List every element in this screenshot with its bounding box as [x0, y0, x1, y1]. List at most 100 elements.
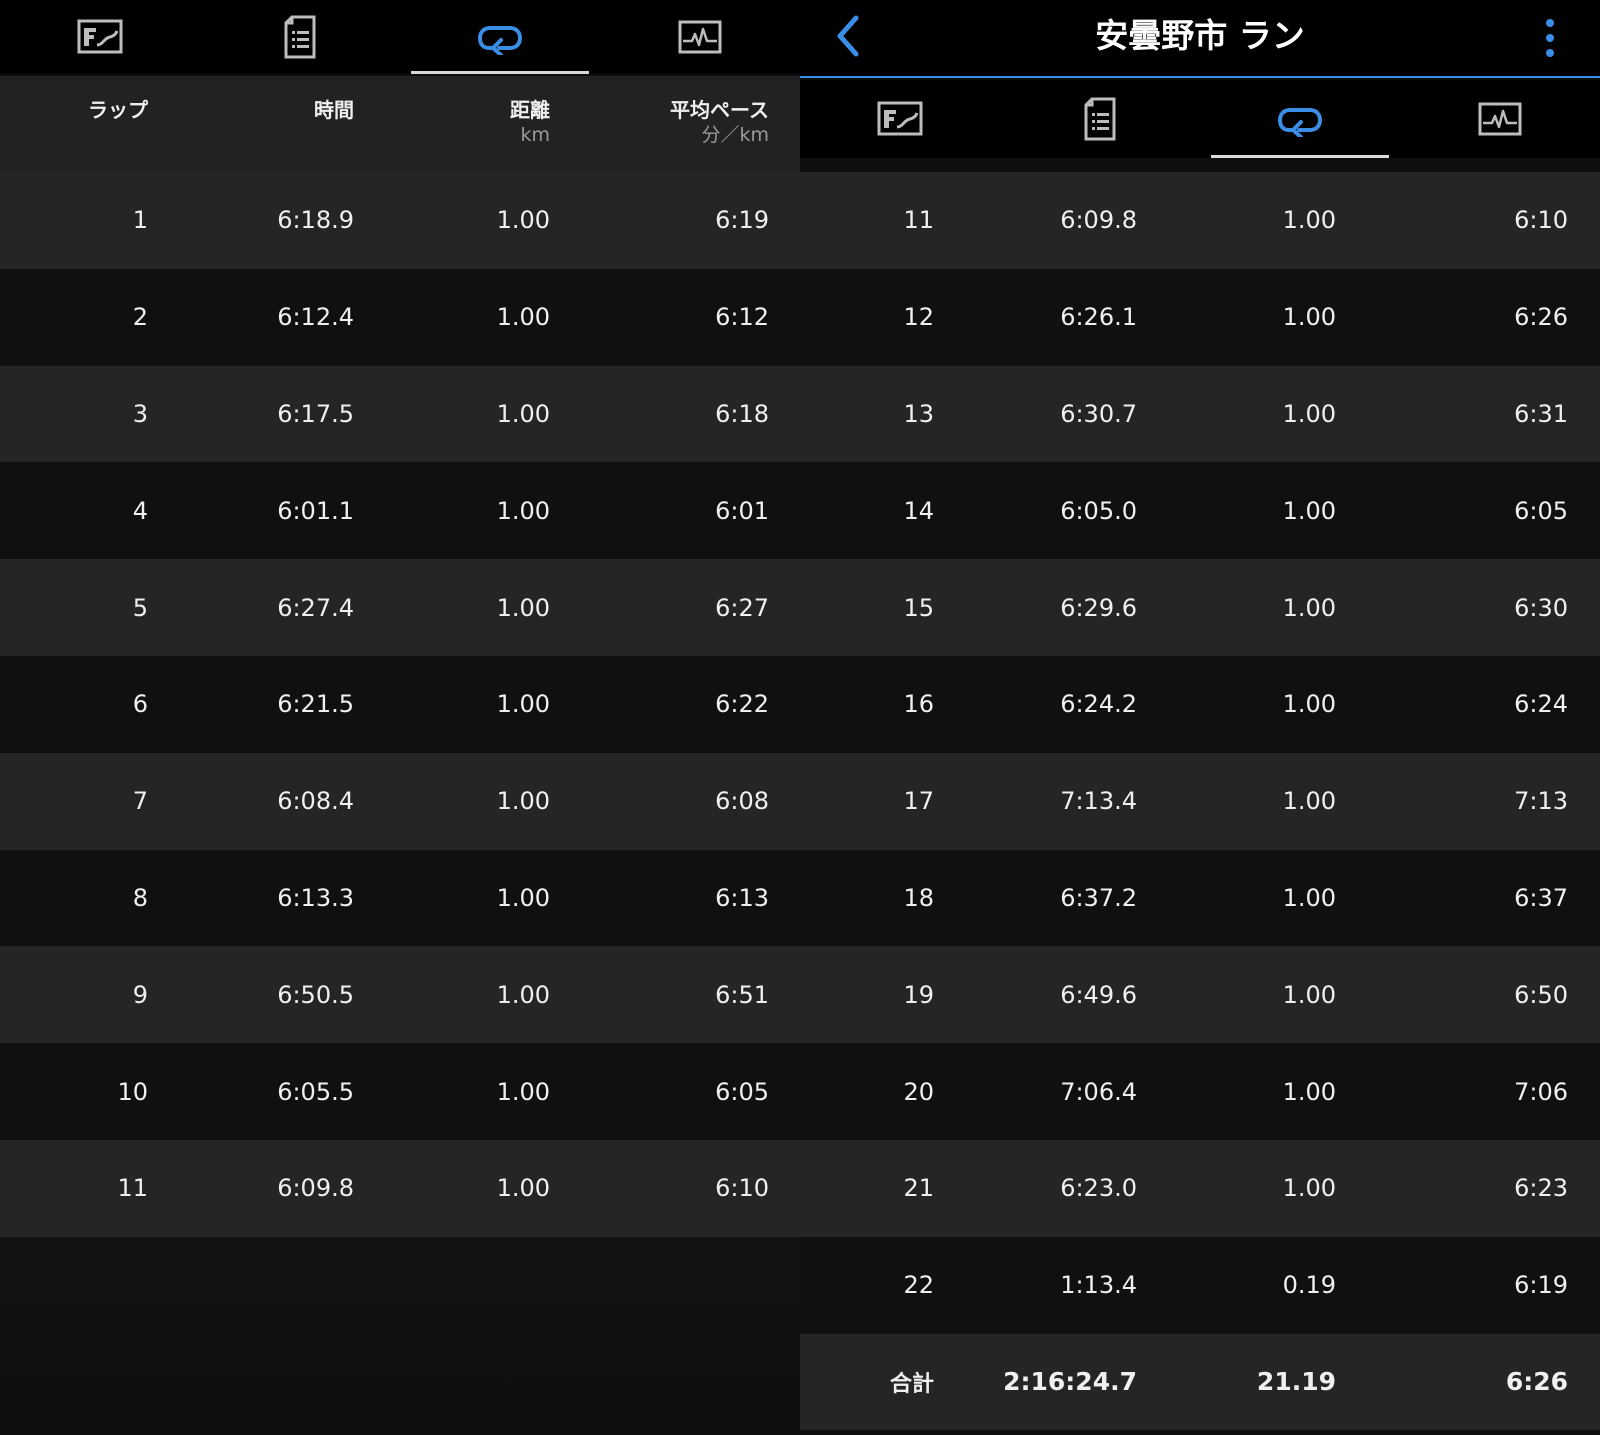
cell-lap: 17	[903, 787, 934, 816]
table-row[interactable]: 11 6:09.8 1.00 6:10	[800, 172, 1600, 269]
cell-time: 6:08.4	[277, 787, 354, 816]
table-row[interactable]: 13 6:30.7 1.00 6:31	[800, 365, 1600, 463]
cell-pace: 6:01	[715, 496, 769, 525]
chart-icon	[678, 20, 722, 54]
total-pace: 6:26	[1505, 1367, 1568, 1397]
tab-map[interactable]	[800, 80, 1000, 158]
back-button[interactable]	[826, 14, 870, 58]
cell-pace: 6:37	[1514, 883, 1568, 912]
total-time: 2:16:24.7	[1003, 1367, 1137, 1397]
cell-lap: 12	[903, 303, 934, 332]
cell-pace: 6:19	[1514, 1271, 1568, 1300]
table-row[interactable]: 14 6:05.0 1.00 6:05	[800, 462, 1600, 560]
empty-area	[0, 1237, 800, 1435]
table-row[interactable]: 10 6:05.5 1.00 6:05	[0, 1043, 800, 1140]
document-icon	[1084, 97, 1116, 141]
table-row[interactable]: 2 6:12.4 1.00 6:12	[0, 268, 800, 366]
cell-lap: 20	[903, 1077, 934, 1106]
chevron-left-icon	[837, 15, 859, 57]
cell-pace: 6:30	[1514, 593, 1568, 622]
more-vertical-icon	[1546, 19, 1554, 57]
tab-charts[interactable]	[600, 0, 800, 74]
cell-time: 6:26.1	[1060, 303, 1137, 332]
table-row[interactable]: 5 6:27.4 1.00 6:27	[0, 559, 800, 656]
table-row[interactable]: 21 6:23.0 1.00 6:23	[800, 1139, 1600, 1237]
document-icon	[284, 15, 316, 59]
cell-pace: 6:51	[715, 980, 769, 1009]
cell-lap: 3	[132, 399, 148, 428]
cell-lap: 5	[132, 593, 148, 622]
tab-map[interactable]	[0, 0, 200, 74]
cell-pace: 6:13	[715, 883, 769, 912]
cell-time: 7:13.4	[1060, 787, 1137, 816]
table-row[interactable]: 17 7:13.4 1.00 7:13	[800, 752, 1600, 850]
table-row[interactable]: 11 6:09.8 1.00 6:10	[0, 1139, 800, 1237]
cell-distance: 1.00	[1282, 496, 1336, 525]
tab-laps[interactable]	[1200, 80, 1400, 158]
header-distance-label: 距離	[510, 98, 550, 122]
table-row[interactable]: 8 6:13.3 1.00 6:13	[0, 849, 800, 947]
cell-pace: 6:26	[1514, 303, 1568, 332]
table-row[interactable]: 6 6:21.5 1.00 6:22	[0, 655, 800, 753]
cell-distance: 1.00	[1282, 1174, 1336, 1203]
cell-distance: 1.00	[1282, 980, 1336, 1009]
table-row[interactable]: 1 6:18.9 1.00 6:19	[0, 172, 800, 269]
cell-lap: 4	[132, 496, 148, 525]
map-icon	[877, 101, 923, 136]
cell-time: 7:06.4	[1060, 1077, 1137, 1106]
total-distance: 21.19	[1256, 1367, 1336, 1397]
header-time: 時間	[314, 98, 354, 122]
cell-pace: 6:50	[1514, 980, 1568, 1009]
tab-details[interactable]	[200, 0, 400, 74]
table-row[interactable]: 18 6:37.2 1.00 6:37	[800, 849, 1600, 947]
cell-pace: 7:06	[1514, 1077, 1568, 1106]
table-row[interactable]: 19 6:49.6 1.00 6:50	[800, 946, 1600, 1044]
cell-time: 6:24.2	[1060, 690, 1137, 719]
cell-pace: 6:05	[715, 1077, 769, 1106]
cell-time: 6:12.4	[277, 303, 354, 332]
cell-distance: 1.00	[1282, 399, 1336, 428]
cell-pace: 7:13	[1514, 787, 1568, 816]
cell-time: 6:23.0	[1060, 1174, 1137, 1203]
cell-lap: 19	[903, 980, 934, 1009]
cell-lap: 1	[132, 206, 148, 235]
cell-pace: 6:05	[1514, 496, 1568, 525]
table-row[interactable]: 16 6:24.2 1.00 6:24	[800, 655, 1600, 753]
table-row[interactable]: 7 6:08.4 1.00 6:08	[0, 752, 800, 850]
tab-laps[interactable]	[400, 0, 600, 74]
cell-lap: 21	[903, 1174, 934, 1203]
cell-distance: 1.00	[496, 593, 550, 622]
header-time-label: 時間	[314, 98, 354, 122]
cell-distance: 1.00	[1282, 303, 1336, 332]
header-pace-unit: 分／km	[701, 124, 769, 146]
header-pace-label: 平均ペース	[670, 98, 769, 122]
cell-lap: 2	[132, 303, 148, 332]
cell-time: 6:50.5	[277, 980, 354, 1009]
cell-time: 6:27.4	[277, 593, 354, 622]
more-options-button[interactable]	[1538, 16, 1562, 60]
cell-pace: 6:27	[715, 593, 769, 622]
cell-time: 6:37.2	[1060, 883, 1137, 912]
cell-distance: 1.00	[1282, 883, 1336, 912]
cell-distance: 1.00	[1282, 690, 1336, 719]
cell-time: 6:30.7	[1060, 399, 1137, 428]
cell-lap: 9	[132, 980, 148, 1009]
cell-lap: 11	[117, 1174, 148, 1203]
cell-lap: 16	[903, 690, 934, 719]
cell-lap: 6	[132, 690, 148, 719]
table-row[interactable]: 3 6:17.5 1.00 6:18	[0, 365, 800, 463]
table-row[interactable]: 12 6:26.1 1.00 6:26	[800, 268, 1600, 366]
table-row[interactable]: 15 6:29.6 1.00 6:30	[800, 559, 1600, 656]
total-row: 合計 2:16:24.7 21.19 6:26	[800, 1333, 1600, 1431]
table-row[interactable]: 20 7:06.4 1.00 7:06	[800, 1043, 1600, 1140]
cell-pace: 6:31	[1514, 399, 1568, 428]
activity-title: 安曇野市 ラン	[1095, 16, 1305, 55]
cell-distance: 1.00	[1282, 1077, 1336, 1106]
table-row[interactable]: 22 1:13.4 0.19 6:19	[800, 1236, 1600, 1334]
table-row[interactable]: 4 6:01.1 1.00 6:01	[0, 462, 800, 560]
tab-bar	[800, 80, 1600, 158]
chart-icon	[1478, 102, 1522, 136]
tab-details[interactable]	[1000, 80, 1200, 158]
tab-charts[interactable]	[1400, 80, 1600, 158]
table-row[interactable]: 9 6:50.5 1.00 6:51	[0, 946, 800, 1044]
